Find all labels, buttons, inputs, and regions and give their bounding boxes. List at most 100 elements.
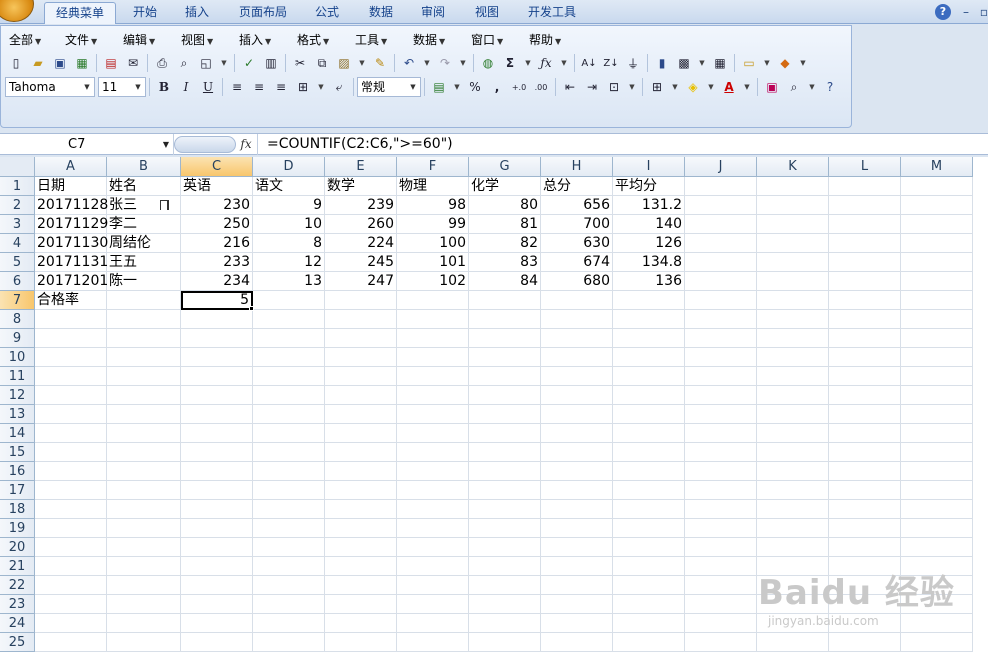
- restore-icon[interactable]: ▫: [976, 4, 988, 20]
- cell[interactable]: [35, 538, 107, 557]
- cell[interactable]: [469, 538, 541, 557]
- cell[interactable]: [469, 443, 541, 462]
- cell[interactable]: [325, 367, 397, 386]
- row-header-22[interactable]: 22: [0, 576, 35, 595]
- cell[interactable]: [757, 253, 829, 272]
- cell[interactable]: [901, 367, 973, 386]
- cell[interactable]: [541, 538, 613, 557]
- name-box[interactable]: C7 ▼: [0, 134, 174, 155]
- data-cell[interactable]: 80: [469, 196, 541, 215]
- cut-icon[interactable]: ✂: [290, 53, 310, 73]
- cell[interactable]: [685, 405, 757, 424]
- cell[interactable]: [685, 215, 757, 234]
- cell[interactable]: [181, 367, 253, 386]
- row-header-25[interactable]: 25: [0, 633, 35, 652]
- header-cell[interactable]: 英语: [181, 177, 253, 196]
- cell[interactable]: [613, 367, 685, 386]
- cell-styles-dropdown-icon[interactable]: ▼: [761, 53, 773, 73]
- data-cell[interactable]: 247: [325, 272, 397, 291]
- cell[interactable]: [107, 405, 181, 424]
- table-grid-icon[interactable]: ▦: [710, 53, 730, 73]
- column-header-e[interactable]: E: [325, 157, 397, 177]
- data-cell[interactable]: 周结伦: [107, 234, 181, 253]
- cell[interactable]: [685, 177, 757, 196]
- cell[interactable]: [901, 215, 973, 234]
- cell[interactable]: [829, 291, 901, 310]
- cell[interactable]: [397, 538, 469, 557]
- permission-icon[interactable]: ▦: [72, 53, 92, 73]
- align-left-icon[interactable]: ≡: [227, 77, 247, 97]
- tab-view[interactable]: 视图: [466, 2, 508, 24]
- cell[interactable]: [901, 424, 973, 443]
- menu-view[interactable]: 视图 ▼: [181, 30, 213, 50]
- column-header-j[interactable]: J: [685, 157, 757, 177]
- data-cell[interactable]: 9: [253, 196, 325, 215]
- function-dropdown-icon[interactable]: ▼: [558, 53, 570, 73]
- cell[interactable]: [325, 633, 397, 652]
- data-cell[interactable]: 224: [325, 234, 397, 253]
- cell[interactable]: [757, 272, 829, 291]
- row-header-2[interactable]: 2: [0, 196, 35, 215]
- cell[interactable]: [901, 348, 973, 367]
- cell[interactable]: [325, 557, 397, 576]
- cell[interactable]: [685, 595, 757, 614]
- cell[interactable]: [107, 519, 181, 538]
- data-cell[interactable]: 126: [613, 234, 685, 253]
- cell[interactable]: [685, 310, 757, 329]
- menu-all[interactable]: 全部 ▼: [9, 30, 41, 50]
- cell[interactable]: [541, 424, 613, 443]
- cell[interactable]: [901, 310, 973, 329]
- cell[interactable]: [181, 481, 253, 500]
- cell[interactable]: [757, 215, 829, 234]
- cell[interactable]: [107, 443, 181, 462]
- cell[interactable]: [107, 576, 181, 595]
- cell[interactable]: [35, 348, 107, 367]
- autosum-dropdown-icon[interactable]: ▼: [522, 53, 534, 73]
- row-header-18[interactable]: 18: [0, 500, 35, 519]
- cell[interactable]: [253, 481, 325, 500]
- cell[interactable]: [181, 500, 253, 519]
- column-header-h[interactable]: H: [541, 157, 613, 177]
- copy-icon[interactable]: ⧉: [312, 53, 332, 73]
- cell[interactable]: [35, 633, 107, 652]
- header-cell[interactable]: 语文: [253, 177, 325, 196]
- hyperlink-icon[interactable]: ◍: [478, 53, 498, 73]
- format-painter-icon[interactable]: ✎: [370, 53, 390, 73]
- cell[interactable]: [613, 481, 685, 500]
- borders-dropdown-icon[interactable]: ▼: [669, 77, 681, 97]
- decrease-indent-icon[interactable]: ⇤: [560, 77, 580, 97]
- font-size-combo[interactable]: 11 ▼: [98, 77, 146, 97]
- cell[interactable]: [613, 500, 685, 519]
- cell[interactable]: [325, 500, 397, 519]
- orientation-icon[interactable]: ⊡: [604, 77, 624, 97]
- cell[interactable]: [685, 519, 757, 538]
- cell[interactable]: [469, 614, 541, 633]
- row-header-24[interactable]: 24: [0, 614, 35, 633]
- cell[interactable]: [325, 310, 397, 329]
- cell[interactable]: [901, 519, 973, 538]
- cell[interactable]: [35, 386, 107, 405]
- column-header-a[interactable]: A: [35, 157, 107, 177]
- new-file-icon[interactable]: ▯: [6, 53, 26, 73]
- data-cell[interactable]: 12: [253, 253, 325, 272]
- cell[interactable]: [397, 291, 469, 310]
- cell[interactable]: [685, 196, 757, 215]
- cell[interactable]: [35, 500, 107, 519]
- print-preview-icon[interactable]: ⌕: [174, 53, 194, 73]
- cell[interactable]: [253, 291, 325, 310]
- cell[interactable]: [757, 386, 829, 405]
- minimize-icon[interactable]: –: [958, 4, 974, 20]
- cell[interactable]: [613, 443, 685, 462]
- sort-ascending-icon[interactable]: A↓: [579, 53, 599, 73]
- cell[interactable]: [829, 519, 901, 538]
- cell[interactable]: [253, 348, 325, 367]
- cell[interactable]: [757, 310, 829, 329]
- cell[interactable]: [757, 177, 829, 196]
- cell[interactable]: [685, 557, 757, 576]
- data-cell[interactable]: 102: [397, 272, 469, 291]
- cell[interactable]: [901, 462, 973, 481]
- cell[interactable]: [829, 177, 901, 196]
- cell[interactable]: [757, 424, 829, 443]
- data-cell[interactable]: 陈一: [107, 272, 181, 291]
- cell[interactable]: [35, 310, 107, 329]
